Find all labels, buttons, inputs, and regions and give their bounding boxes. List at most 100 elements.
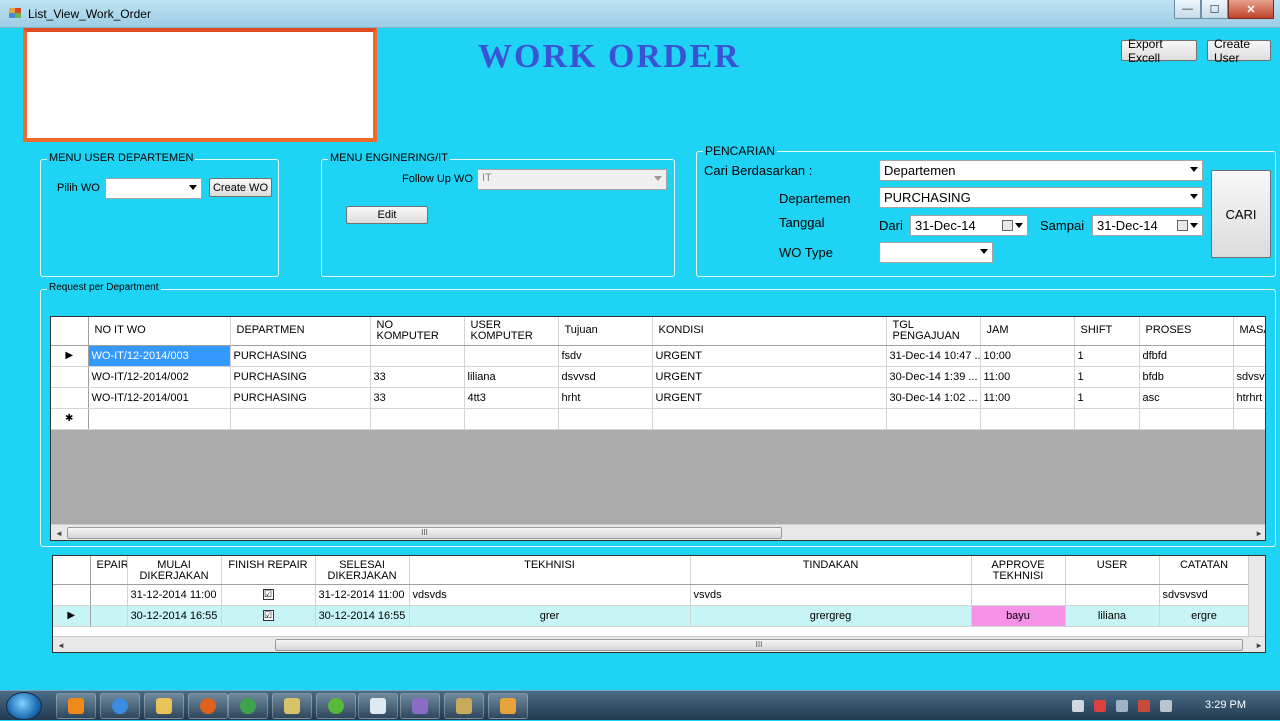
row-header[interactable] xyxy=(51,366,89,388)
show-hidden-icons-icon[interactable] xyxy=(1072,700,1084,712)
table-cell[interactable]: 33 xyxy=(370,387,465,409)
table-cell[interactable]: vdsvds xyxy=(409,584,691,606)
minimize-button[interactable]: — xyxy=(1174,0,1201,19)
request-grid[interactable]: NO IT WO DEPARTMEN NO KOMPUTER USER KOMPUTE… xyxy=(50,316,1266,541)
request-col-header[interactable]: SHIFT xyxy=(1074,317,1140,346)
table-cell[interactable] xyxy=(90,584,128,606)
repair-col-header[interactable]: FINISH REPAIR xyxy=(221,556,316,585)
scroll-right-icon[interactable]: ► xyxy=(1255,641,1263,650)
dari-date-picker[interactable]: 31-Dec-14 xyxy=(910,215,1028,236)
request-col-header[interactable]: KONDISI xyxy=(652,317,887,346)
taskbar-firefox[interactable] xyxy=(188,693,228,719)
table-cell[interactable]: grer xyxy=(409,605,691,627)
table-cell[interactable]: sdvsvsvd xyxy=(1159,584,1250,606)
request-hscroll-thumb[interactable]: III xyxy=(67,527,782,539)
table-cell[interactable] xyxy=(1074,408,1140,430)
taskbar-ie[interactable] xyxy=(100,693,140,719)
taskbar-app-green[interactable] xyxy=(316,693,356,719)
request-col-header[interactable]: USER KOMPUTER xyxy=(464,317,559,346)
table-cell[interactable]: grergreg xyxy=(690,605,972,627)
row-header[interactable] xyxy=(53,584,91,606)
power-icon[interactable] xyxy=(1160,700,1172,712)
table-cell[interactable] xyxy=(1233,408,1265,430)
volume-icon[interactable] xyxy=(1138,700,1150,712)
table-cell[interactable] xyxy=(370,408,465,430)
taskbar-chrome[interactable] xyxy=(228,693,268,719)
taskbar-tool[interactable] xyxy=(272,693,312,719)
table-row[interactable]: 31-12-2014 11:00 ☑ 31-12-2014 11:00 vdsvds v… xyxy=(53,584,1250,606)
repair-col-header[interactable]: CATATAN xyxy=(1159,556,1250,585)
table-cell[interactable] xyxy=(464,345,559,367)
repair-col-header[interactable]: APPROVE TEKHNISI xyxy=(971,556,1066,585)
table-cell[interactable]: hrht xyxy=(558,387,653,409)
taskbar-media-player[interactable] xyxy=(56,693,96,719)
checkbox-checked-icon[interactable]: ☑ xyxy=(262,589,274,601)
table-cell[interactable] xyxy=(464,408,559,430)
table-cell[interactable]: URGENT xyxy=(652,366,887,388)
taskbar-visual-studio[interactable] xyxy=(400,693,440,719)
finish-repair-checkbox-cell[interactable]: ☑ xyxy=(221,605,316,627)
table-cell[interactable]: 10:00 xyxy=(980,345,1075,367)
follow-up-select[interactable]: IT xyxy=(477,169,667,190)
action-center-icon[interactable] xyxy=(1094,700,1106,712)
table-cell[interactable] xyxy=(1139,408,1234,430)
table-row[interactable]: WO-IT/12-2014/002 PURCHASING 33 liliana dsvv… xyxy=(51,366,1265,388)
maximize-button[interactable]: ☐ xyxy=(1201,0,1228,19)
create-wo-button[interactable]: Create WO xyxy=(209,178,272,197)
scroll-left-icon[interactable]: ◄ xyxy=(55,529,63,538)
request-col-header[interactable]: Tujuan xyxy=(558,317,653,346)
table-cell[interactable] xyxy=(1065,584,1160,606)
table-cell[interactable]: fsdv xyxy=(558,345,653,367)
table-cell[interactable]: liliana xyxy=(464,366,559,388)
table-cell[interactable]: PURCHASING xyxy=(230,345,371,367)
table-cell[interactable]: liliana xyxy=(1065,605,1160,627)
table-row[interactable]: ▶ 30-12-2014 16:55 ☑ 30-12-2014 16:55 grer gr… xyxy=(53,605,1250,627)
taskbar-notepad[interactable] xyxy=(358,693,398,719)
table-cell[interactable]: 31-Dec-14 10:47 ... xyxy=(886,345,981,367)
repair-col-header[interactable]: TEKHNISI xyxy=(409,556,691,585)
row-header[interactable]: ▶ xyxy=(51,345,89,367)
pilih-wo-select[interactable] xyxy=(105,178,202,199)
table-row[interactable]: ▶ WO-IT/12-2014/003 PURCHASING fsdv URGENT 31… xyxy=(51,345,1265,367)
table-cell[interactable] xyxy=(652,408,887,430)
table-cell[interactable]: bfdb xyxy=(1139,366,1234,388)
departemen-select[interactable]: PURCHASING xyxy=(879,187,1203,208)
taskbar-clock[interactable]: 3:29 PM xyxy=(1205,699,1246,711)
table-cell[interactable]: 30-Dec-14 1:39 ... xyxy=(886,366,981,388)
table-cell[interactable]: bayu xyxy=(971,605,1066,627)
repair-col-header[interactable]: TINDAKAN xyxy=(690,556,972,585)
scroll-left-icon[interactable]: ◄ xyxy=(57,641,65,650)
table-cell[interactable] xyxy=(558,408,653,430)
table-cell[interactable]: 1 xyxy=(1074,387,1140,409)
table-cell[interactable] xyxy=(90,605,128,627)
table-cell[interactable]: 30-Dec-14 1:02 ... xyxy=(886,387,981,409)
request-hscrollbar[interactable]: ◄ III ► xyxy=(51,524,1265,540)
table-cell[interactable]: 11:00 xyxy=(980,366,1075,388)
table-cell[interactable]: 1 xyxy=(1074,366,1140,388)
table-cell[interactable] xyxy=(886,408,981,430)
table-cell[interactable]: URGENT xyxy=(652,387,887,409)
scroll-right-icon[interactable]: ► xyxy=(1255,529,1263,538)
edit-button[interactable]: Edit xyxy=(346,206,428,224)
table-cell[interactable]: htrhrt xyxy=(1233,387,1265,409)
request-col-header[interactable]: TGL PENGAJUAN xyxy=(886,317,981,346)
table-cell[interactable]: 11:00 xyxy=(980,387,1075,409)
start-button[interactable] xyxy=(6,692,42,720)
cari-button[interactable]: CARI xyxy=(1211,170,1271,258)
repair-col-header[interactable]: USER xyxy=(1065,556,1160,585)
table-cell[interactable]: PURCHASING xyxy=(230,387,371,409)
request-col-header[interactable]: NO KOMPUTER xyxy=(370,317,465,346)
checkbox-checked-icon[interactable]: ☑ xyxy=(262,610,274,622)
request-col-header[interactable]: PROSES xyxy=(1139,317,1234,346)
taskbar-tools[interactable] xyxy=(444,693,484,719)
table-cell[interactable]: 1 xyxy=(1074,345,1140,367)
table-row[interactable]: WO-IT/12-2014/001 PURCHASING 33 4tt3 hrht URG… xyxy=(51,387,1265,409)
taskbar-explorer[interactable] xyxy=(144,693,184,719)
table-cell[interactable] xyxy=(971,584,1066,606)
network-icon[interactable] xyxy=(1116,700,1128,712)
request-col-header[interactable]: JAM xyxy=(980,317,1075,346)
table-cell[interactable] xyxy=(230,408,371,430)
request-col-header[interactable]: MASA xyxy=(1233,317,1265,346)
table-cell[interactable]: vsvds xyxy=(690,584,972,606)
window-title-bar[interactable]: List_View_Work_Order — ☐ ✕ xyxy=(0,0,1280,28)
